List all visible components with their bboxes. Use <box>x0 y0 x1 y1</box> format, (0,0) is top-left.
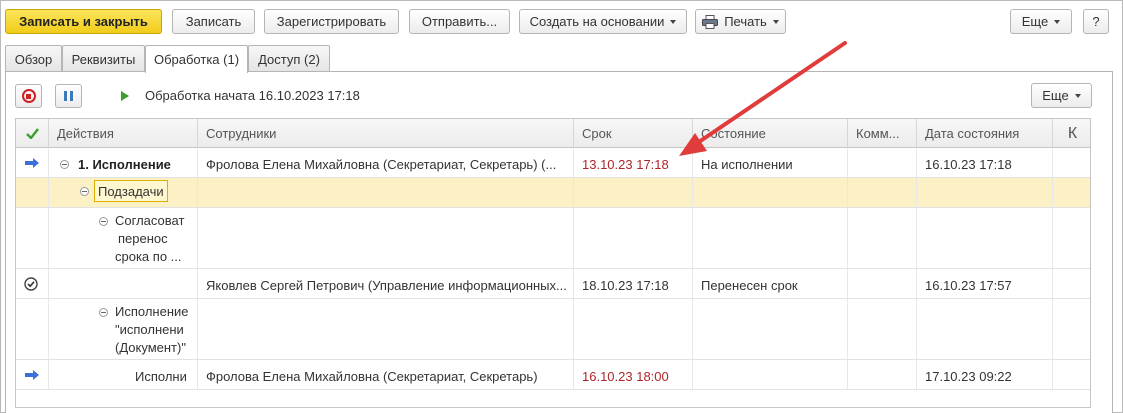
table-row[interactable]: Яковлев Сергей Петрович (Управление инфо… <box>16 269 1090 299</box>
save-button[interactable]: Записать <box>172 9 255 34</box>
chevron-down-icon <box>772 19 779 24</box>
command-bar: Записать и закрыть Записать Зарегистриро… <box>5 9 1117 35</box>
state-date-value: 16.10.23 17:18 <box>925 157 1012 172</box>
collapse-icon[interactable] <box>80 187 89 196</box>
action-name: 1. Исполнение <box>78 157 171 172</box>
save-and-close-button[interactable]: Записать и закрыть <box>5 9 162 34</box>
table-row[interactable]: 1. Исполнение Фролова Елена Михайловна (… <box>16 148 1090 178</box>
table-row[interactable]: Подзадачи <box>16 178 1090 208</box>
employee-name: Яковлев Сергей Петрович (Управление инфо… <box>206 278 567 293</box>
tab-access[interactable]: Доступ (2) <box>248 45 330 72</box>
deadline-value: 18.10.23 17:18 <box>582 278 669 293</box>
state-date-value: 17.10.23 09:22 <box>925 369 1012 384</box>
arrow-right-icon <box>25 370 39 380</box>
header-state-date[interactable]: Дата состояния <box>917 119 1053 148</box>
tab-requisites[interactable]: Реквизиты <box>62 45 145 72</box>
collapse-icon[interactable] <box>60 160 69 169</box>
collapse-icon[interactable] <box>99 217 108 226</box>
chevron-down-icon <box>1054 19 1061 24</box>
help-button[interactable]: ? <box>1083 9 1109 34</box>
chevron-down-icon <box>670 19 677 24</box>
stop-button[interactable] <box>15 84 42 108</box>
arrow-right-icon <box>25 158 39 168</box>
print-button[interactable]: Печать <box>695 9 786 34</box>
table-header: Действия Сотрудники Срок Состояние Комм.… <box>16 119 1090 148</box>
printer-icon <box>702 14 719 29</box>
check-green-icon <box>25 128 39 139</box>
header-k[interactable]: К <box>1053 119 1090 148</box>
state-date-value: 16.10.23 17:57 <box>925 278 1012 293</box>
chevron-down-icon <box>1074 93 1081 98</box>
deadline-value: 13.10.23 17:18 <box>582 157 669 172</box>
pause-icon <box>64 91 73 101</box>
pause-button[interactable] <box>55 84 82 108</box>
create-based-on-button[interactable]: Создать на основании <box>519 9 687 34</box>
table-row[interactable]: Согласоват перенос срока по ... <box>16 208 1090 269</box>
header-actions[interactable]: Действия <box>49 119 198 148</box>
stop-icon <box>21 89 36 103</box>
deadline-value: 16.10.23 18:00 <box>582 369 669 384</box>
header-state[interactable]: Состояние <box>693 119 848 148</box>
send-button[interactable]: Отправить... <box>409 9 510 34</box>
document-window: Записать и закрыть Записать Зарегистриро… <box>0 0 1123 413</box>
register-button[interactable]: Зарегистрировать <box>264 9 399 34</box>
panel-more-button[interactable]: Еще <box>1031 83 1092 108</box>
collapse-icon[interactable] <box>99 308 108 317</box>
tab-processing[interactable]: Обработка (1) <box>145 45 248 73</box>
table-row[interactable]: Исполнение "исполнени (Документ)" <box>16 299 1090 360</box>
subtasks-cell[interactable]: Подзадачи <box>94 180 168 202</box>
completed-check-icon <box>24 277 38 291</box>
play-icon <box>121 91 129 101</box>
processing-table[interactable]: Действия Сотрудники Срок Состояние Комм.… <box>15 118 1091 408</box>
action-name: Исполнение "исполнени (Документ)" <box>115 304 189 355</box>
employee-name: Фролова Елена Михайловна (Секретариат, С… <box>206 369 538 384</box>
header-employees[interactable]: Сотрудники <box>198 119 574 148</box>
state-value: Перенесен срок <box>701 278 798 293</box>
employee-name: Фролова Елена Михайловна (Секретариат, С… <box>206 157 557 172</box>
table-row[interactable]: Исполни Фролова Елена Михайловна (Секрет… <box>16 360 1090 390</box>
processing-status: Обработка начата 16.10.2023 17:18 <box>145 88 360 103</box>
action-name: Исполни <box>135 369 187 384</box>
processing-panel: Обработка начата 16.10.2023 17:18 Еще Де… <box>5 71 1113 413</box>
header-comment[interactable]: Комм... <box>848 119 917 148</box>
state-value: На исполнении <box>701 157 793 172</box>
action-name: Согласоват перенос срока по ... <box>115 213 185 264</box>
header-check[interactable] <box>16 119 49 148</box>
more-actions-button[interactable]: Еще <box>1010 9 1072 34</box>
tab-overview[interactable]: Обзор <box>5 45 62 72</box>
header-deadline[interactable]: Срок <box>574 119 693 148</box>
